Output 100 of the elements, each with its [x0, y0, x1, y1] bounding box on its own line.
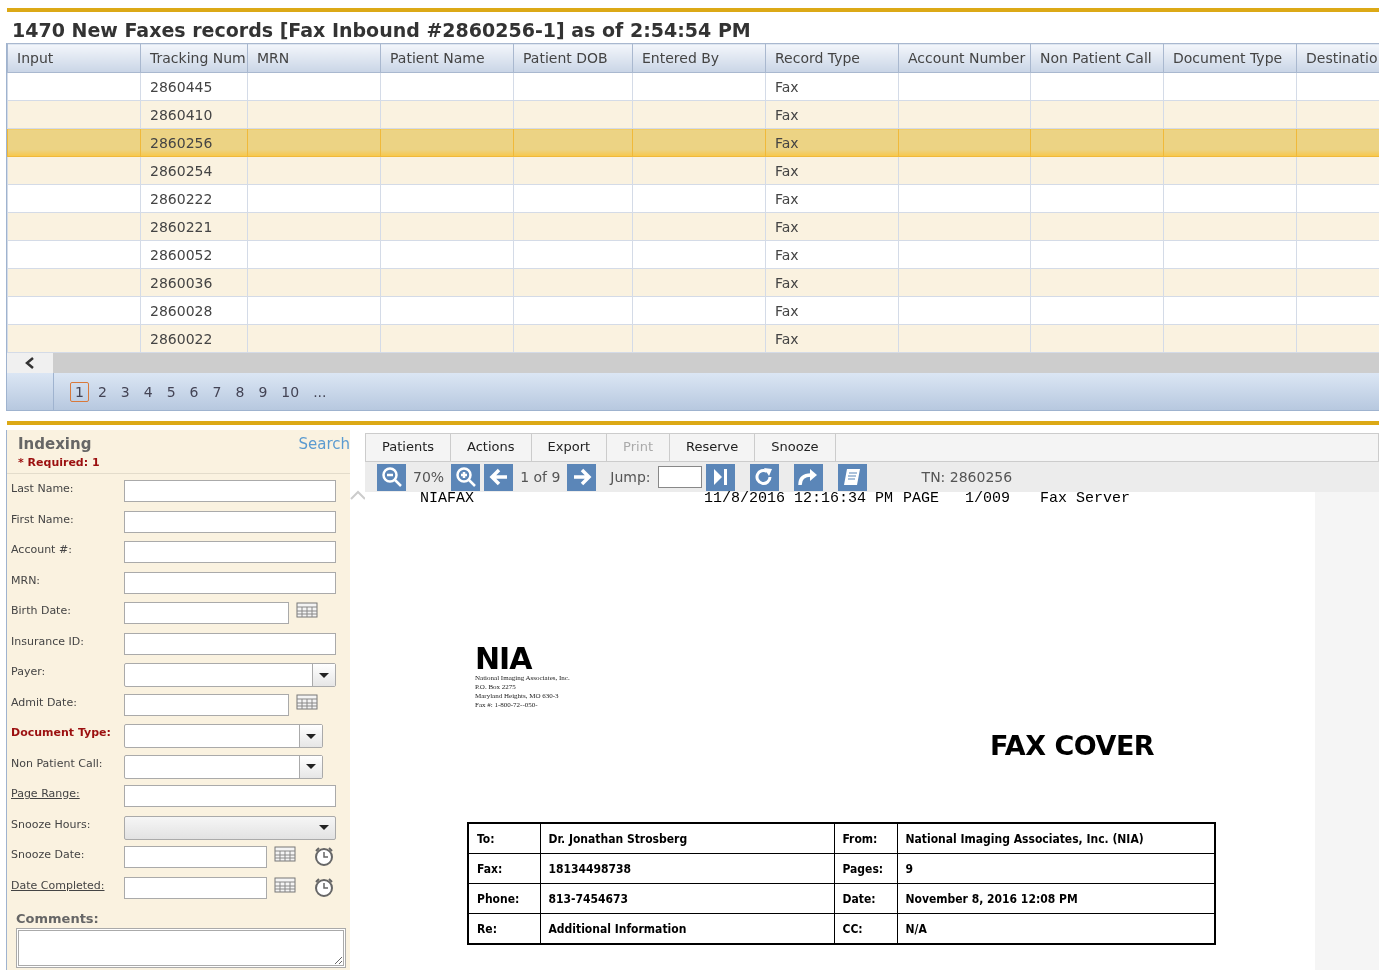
table-cell: Fax — [765, 324, 899, 353]
menu-tab[interactable]: Snooze — [755, 434, 836, 461]
table-row[interactable]: 2860410 Fax — [7, 100, 1379, 129]
input-field[interactable] — [124, 602, 289, 624]
column-header[interactable]: Account Number — [898, 43, 1031, 73]
page-link[interactable]: ... — [308, 381, 332, 402]
jump-label: Jump: — [608, 469, 652, 485]
column-header[interactable]: Patient DOB — [513, 43, 633, 73]
field-link[interactable]: Page Range: — [11, 785, 124, 800]
page-link[interactable]: 8 — [230, 381, 250, 402]
zoom-level: 70% — [412, 469, 446, 485]
field-link[interactable]: Date Completed: — [11, 876, 124, 892]
column-header[interactable]: Document Type — [1163, 43, 1297, 73]
cover-value: 9 — [897, 853, 1215, 884]
calendar-icon[interactable] — [274, 876, 296, 893]
input-field[interactable] — [124, 632, 336, 655]
table-cell: Fax — [765, 72, 899, 101]
menu-tab[interactable]: Patients — [366, 434, 452, 461]
calendar-icon[interactable] — [296, 602, 318, 618]
cover-label: To: — [468, 823, 540, 854]
scroll-up-icon[interactable] — [350, 490, 366, 500]
dropdown-field[interactable] — [124, 815, 336, 840]
field-label: Birth Date: — [11, 603, 72, 617]
calendar-icon[interactable] — [274, 846, 296, 862]
page-title: 1470 New Faxes records [Fax Inbound #2860256-1] as of 2:54:54 PM — [11, 18, 752, 43]
page-link[interactable]: 9 — [253, 381, 273, 402]
cover-label: From: — [834, 823, 897, 854]
caret-icon — [305, 763, 317, 770]
dropdown-field[interactable] — [124, 724, 323, 748]
dropdown-field[interactable] — [124, 663, 336, 687]
column-header[interactable]: Destinatio — [1296, 43, 1379, 73]
page-link[interactable]: 1 — [70, 381, 89, 402]
column-header[interactable]: Tracking Num — [140, 43, 248, 73]
column-header[interactable]: Record Type — [765, 43, 899, 73]
field-label: Last Name: — [11, 481, 75, 495]
field-label: Insurance ID: — [11, 633, 85, 648]
input-field[interactable] — [124, 846, 267, 868]
column-header[interactable]: Input — [7, 43, 141, 73]
table-cell: Fax — [765, 128, 899, 157]
last-page-icon[interactable] — [705, 463, 735, 491]
refresh-icon[interactable] — [749, 463, 779, 491]
input-field[interactable] — [124, 693, 289, 716]
table-row[interactable]: 2860445 Fax — [7, 72, 1379, 101]
table-cell: 2860036 — [140, 268, 248, 297]
zoom-in-icon[interactable] — [451, 463, 481, 491]
field-label: MRN: — [11, 572, 42, 587]
alarm-clock-icon[interactable] — [314, 876, 334, 897]
cover-label: Re: — [468, 913, 540, 944]
cover-label: Fax: — [468, 853, 540, 884]
menu-tab[interactable]: Export — [531, 434, 608, 461]
page-link[interactable]: 5 — [161, 381, 181, 402]
menu-tab[interactable]: Reserve — [670, 434, 756, 461]
page-link[interactable]: 7 — [207, 381, 227, 402]
page-link[interactable]: 4 — [138, 381, 158, 402]
calendar-icon[interactable] — [296, 693, 318, 710]
company-logo: NIA — [475, 644, 533, 674]
field-label: Non Patient Call: — [11, 755, 104, 770]
column-header[interactable]: Entered By — [632, 43, 766, 73]
table-cell: Fax — [765, 212, 899, 241]
table-cell: Fax — [765, 184, 899, 213]
input-field[interactable] — [124, 876, 267, 899]
arrow-left-icon[interactable] — [484, 463, 514, 491]
input-field[interactable] — [124, 541, 336, 563]
page-link[interactable]: 6 — [184, 381, 204, 402]
input-field[interactable] — [124, 785, 336, 807]
table-cell: Fax — [765, 268, 899, 297]
column-header[interactable]: MRN — [247, 43, 381, 73]
cover-value: N/A — [897, 913, 1215, 944]
field-label: Snooze Date: — [11, 847, 86, 861]
table-cell: 2860445 — [140, 72, 248, 101]
jump-field[interactable] — [657, 466, 702, 488]
column-header[interactable]: Non Patient Call — [1030, 43, 1164, 73]
page-link[interactable]: 2 — [92, 381, 112, 402]
menu-tab[interactable]: Actions — [451, 434, 532, 461]
alarm-clock-icon[interactable] — [314, 846, 334, 866]
input-field[interactable] — [124, 510, 336, 533]
fax-header-text: 11/8/2016 12:16:34 PM — [704, 492, 894, 506]
table-cell: 2860052 — [140, 240, 248, 269]
field-label: Document Type: — [11, 725, 112, 739]
table-row[interactable]: 2860221 Fax — [7, 212, 1379, 241]
table-row[interactable]: 2860052 Fax — [7, 240, 1379, 269]
table-row[interactable]: 2860028 Fax — [7, 296, 1379, 325]
zoom-out-icon[interactable] — [377, 463, 406, 491]
page-link[interactable]: 3 — [115, 381, 135, 402]
table-row[interactable]: 2860254 Fax — [7, 156, 1379, 185]
dropdown-field[interactable] — [124, 754, 323, 779]
table-row[interactable]: 2860256 Fax — [7, 128, 1379, 157]
table-cell: Fax — [765, 100, 899, 129]
cover-value: 18134498738 — [540, 853, 834, 884]
arrow-right-icon[interactable] — [567, 463, 597, 491]
table-row[interactable]: 2860222 Fax — [7, 184, 1379, 213]
book-icon[interactable] — [837, 463, 867, 491]
table-row[interactable]: 2860022 Fax — [7, 324, 1379, 353]
input-field[interactable] — [124, 571, 336, 594]
page-indicator: 1 of 9 — [519, 469, 562, 485]
page-link[interactable]: 10 — [276, 381, 305, 402]
column-header[interactable]: Patient Name — [380, 43, 514, 73]
input-field[interactable] — [124, 480, 336, 502]
comments-field[interactable] — [16, 928, 346, 968]
table-row[interactable]: 2860036 Fax — [7, 268, 1379, 297]
